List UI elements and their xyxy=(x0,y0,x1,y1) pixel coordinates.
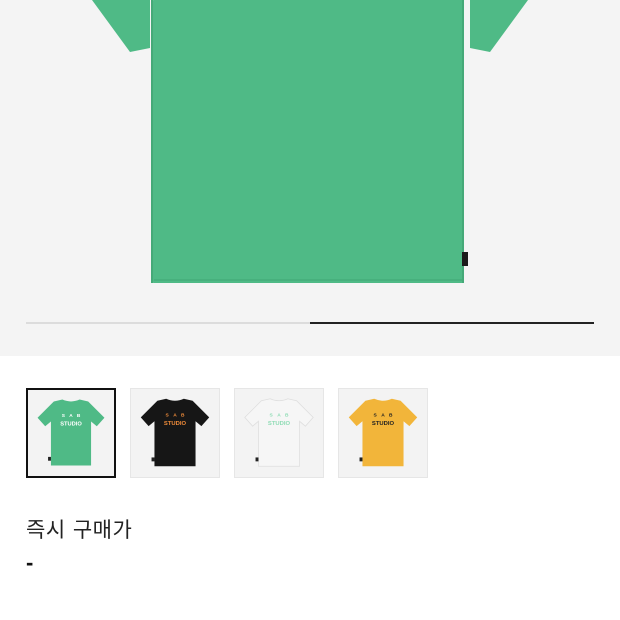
thumbnail-green[interactable]: S A B STUDIO xyxy=(26,388,116,478)
thumbnail-logo-letter: A xyxy=(173,412,177,418)
product-page: S A B STUDIO S A B STUDIO S A B STUDIO S A B STUDIO … xyxy=(0,0,620,620)
tshirt-thumbnail-image: S A BSTUDIO xyxy=(348,398,418,467)
tshirt-back-image xyxy=(92,0,528,283)
tshirt-thumbnail-image: S A BSTUDIO xyxy=(140,398,210,467)
thumbnail-logo-subtext: STUDIO xyxy=(372,421,395,427)
thumbnail-logo-letter: B xyxy=(389,412,393,418)
product-main-image[interactable] xyxy=(0,0,620,356)
thumbnail-black[interactable]: S A B STUDIO xyxy=(130,388,220,478)
thumbnail-logo-letter: S xyxy=(62,413,65,419)
thumbnail-logo-letter: B xyxy=(77,413,81,419)
thumbnail-logo-subtext: STUDIO xyxy=(164,421,187,427)
thumbnail-logo-subtext: STUDIO xyxy=(268,421,291,427)
thumbnail-logo-letter: A xyxy=(69,413,73,419)
thumbnail-logo-letter: B xyxy=(181,412,185,418)
thumbnail-white[interactable]: S A B STUDIO xyxy=(234,388,324,478)
thumbnail-logo-subtext: STUDIO xyxy=(60,421,82,427)
thumbnail-logo-letter: A xyxy=(381,412,385,418)
thumbnail-yellow[interactable]: S A B STUDIO xyxy=(338,388,428,478)
instant-buy-price-label: 즉시 구매가 xyxy=(26,518,133,542)
thumbnail-logo-letter: A xyxy=(277,412,281,418)
thumbnail-logo-letter: B xyxy=(285,412,289,418)
instant-buy-price-value: - xyxy=(26,550,34,575)
tshirt-thumbnail-image: S A B STUDIO xyxy=(37,399,105,466)
tshirt-thumbnail-image: S A BSTUDIO xyxy=(244,398,314,467)
image-slider-progress-fill xyxy=(310,322,594,324)
image-slider-progress xyxy=(26,322,594,324)
